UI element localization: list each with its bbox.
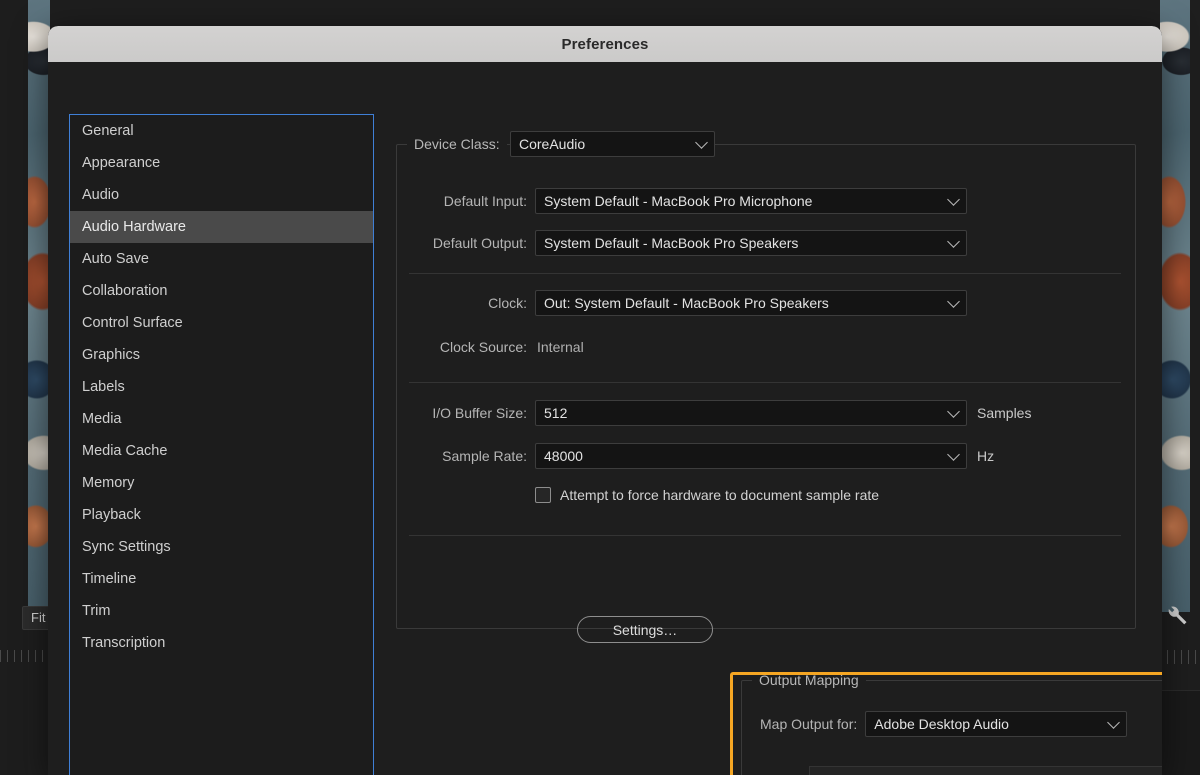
divider-2	[409, 382, 1121, 383]
chevron-down-icon	[947, 193, 960, 206]
wrench-icon[interactable]	[1163, 602, 1189, 628]
dialog-titlebar[interactable]: Preferences	[48, 26, 1162, 62]
device-class-select[interactable]: CoreAudio	[510, 131, 715, 157]
chevron-down-icon	[947, 235, 960, 248]
sample-rate-label: Sample Rate:	[442, 448, 527, 464]
sample-rate-unit: Hz	[977, 448, 995, 464]
default-output-label: Default Output:	[432, 235, 527, 251]
sidebar-item-sync-settings[interactable]: Sync Settings	[70, 531, 373, 563]
device-class-value: CoreAudio	[519, 136, 586, 152]
chevron-down-icon	[947, 448, 960, 461]
io-buffer-size-value: 512	[544, 405, 568, 421]
divider-3	[409, 535, 1121, 536]
sample-rate-value: 48000	[544, 448, 583, 464]
dialog-body: General Appearance Audio Audio Hardware …	[48, 62, 1162, 775]
sidebar-item-transcription[interactable]: Transcription	[70, 627, 373, 659]
sidebar-item-playback[interactable]: Playback	[70, 499, 373, 531]
preferences-content-pane: Device Class: CoreAudio Default Input: S…	[393, 102, 1162, 775]
default-output-row: Default Output: System Default - MacBook…	[397, 230, 1123, 256]
io-buffer-size-unit: Samples	[977, 405, 1032, 421]
output-mapping-highlight	[730, 672, 1162, 775]
default-output-select[interactable]: System Default - MacBook Pro Speakers	[535, 230, 967, 256]
sidebar-item-collaboration[interactable]: Collaboration	[70, 275, 373, 307]
sidebar-item-general[interactable]: General	[70, 115, 373, 147]
sidebar-item-audio[interactable]: Audio	[70, 179, 373, 211]
clock-source-value: Internal	[537, 339, 584, 355]
page-title: Preferences	[561, 35, 649, 53]
device-class-label: Device Class:	[407, 136, 507, 152]
sidebar-item-timeline[interactable]: Timeline	[70, 563, 373, 595]
io-buffer-size-label: I/O Buffer Size:	[432, 405, 527, 421]
sidebar-item-appearance[interactable]: Appearance	[70, 147, 373, 179]
chevron-down-icon	[947, 295, 960, 308]
force-hardware-checkbox-row[interactable]: Attempt to force hardware to document sa…	[535, 487, 879, 503]
default-input-value: System Default - MacBook Pro Microphone	[544, 193, 813, 209]
divider-1	[409, 273, 1121, 274]
force-hardware-checkbox[interactable]	[535, 487, 551, 503]
chevron-down-icon	[695, 136, 708, 149]
sidebar-item-memory[interactable]: Memory	[70, 467, 373, 499]
sample-rate-select[interactable]: 48000	[535, 443, 967, 469]
sidebar-item-media[interactable]: Media	[70, 403, 373, 435]
timeline-panel-right	[1160, 690, 1200, 775]
sidebar-item-control-surface[interactable]: Control Surface	[70, 307, 373, 339]
clock-value: Out: System Default - MacBook Pro Speake…	[544, 295, 829, 311]
sidebar-item-graphics[interactable]: Graphics	[70, 339, 373, 371]
timeline-ruler-right	[1160, 650, 1200, 664]
sidebar-item-media-cache[interactable]: Media Cache	[70, 435, 373, 467]
clock-source-row: Clock Source: Internal	[397, 339, 1123, 355]
sidebar-item-auto-save[interactable]: Auto Save	[70, 243, 373, 275]
default-input-label: Default Input:	[443, 193, 527, 209]
program-monitor-photo-right	[1160, 0, 1190, 612]
preferences-category-list[interactable]: General Appearance Audio Audio Hardware …	[69, 114, 374, 775]
sidebar-item-audio-hardware[interactable]: Audio Hardware	[70, 211, 373, 243]
program-monitor-photo-left	[28, 0, 50, 612]
clock-source-label: Clock Source:	[439, 339, 527, 355]
sample-rate-row: Sample Rate: 48000 Hz	[397, 443, 1123, 469]
chevron-down-icon	[947, 405, 960, 418]
force-hardware-checkbox-label: Attempt to force hardware to document sa…	[560, 487, 880, 503]
io-buffer-size-select[interactable]: 512	[535, 400, 967, 426]
default-input-select[interactable]: System Default - MacBook Pro Microphone	[535, 188, 967, 214]
default-input-row: Default Input: System Default - MacBook …	[397, 188, 1123, 214]
device-settings-group: Device Class: CoreAudio Default Input: S…	[396, 131, 1136, 643]
clock-row: Clock: Out: System Default - MacBook Pro…	[397, 290, 1123, 316]
sidebar-item-labels[interactable]: Labels	[70, 371, 373, 403]
preferences-dialog: Preferences General Appearance Audio Aud…	[48, 26, 1162, 775]
clock-label: Clock:	[488, 295, 527, 311]
default-output-value: System Default - MacBook Pro Speakers	[544, 235, 799, 251]
clock-select[interactable]: Out: System Default - MacBook Pro Speake…	[535, 290, 967, 316]
timeline-ruler-left	[0, 650, 44, 662]
sidebar-item-trim[interactable]: Trim	[70, 595, 373, 627]
io-buffer-size-row: I/O Buffer Size: 512 Samples	[397, 400, 1123, 426]
settings-button[interactable]: Settings…	[577, 616, 713, 643]
